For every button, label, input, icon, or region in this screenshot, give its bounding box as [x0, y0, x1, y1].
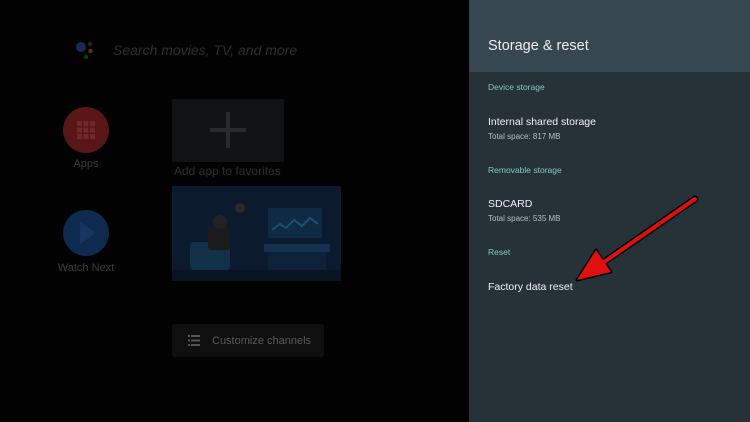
factory-data-reset-title: Factory data reset: [488, 281, 573, 293]
settings-panel: Storage & reset Device storage Internal …: [469, 0, 750, 422]
launcher-background: Search movies, TV, and more Apps Watch N…: [0, 0, 469, 422]
section-reset: Reset: [488, 247, 511, 257]
factory-data-reset-item[interactable]: Factory data reset: [469, 281, 750, 321]
featured-banner[interactable]: [172, 186, 341, 281]
banner-illustration: [172, 186, 341, 281]
list-icon: [188, 335, 200, 346]
add-favorite-label: Add app to favorites: [174, 164, 281, 178]
internal-storage-title: Internal shared storage: [488, 116, 596, 128]
plus-icon: [210, 112, 246, 148]
apps-grid-icon: [77, 121, 95, 139]
add-favorite-tile[interactable]: [172, 99, 284, 162]
section-device-storage: Device storage: [488, 82, 545, 92]
customize-channels-label: Customize channels: [212, 335, 312, 347]
page-title: Storage & reset: [488, 38, 589, 54]
search-placeholder[interactable]: Search movies, TV, and more: [113, 42, 297, 58]
apps-label: Apps: [73, 158, 99, 170]
internal-storage-subtitle: Total space: 817 MB: [488, 132, 561, 141]
watch-next-button[interactable]: [63, 210, 109, 256]
section-removable-storage: Removable storage: [488, 165, 562, 175]
google-assistant-icon: [76, 41, 93, 60]
apps-button[interactable]: [63, 107, 109, 153]
panel-header: Storage & reset: [469, 0, 750, 72]
sdcard-subtitle: Total space: 535 MB: [488, 214, 561, 223]
sdcard-title: SDCARD: [488, 198, 533, 210]
watch-next-label: Watch Next: [57, 262, 115, 274]
sdcard-item[interactable]: SDCARD Total space: 535 MB: [469, 198, 750, 238]
internal-storage-item[interactable]: Internal shared storage Total space: 817…: [469, 116, 750, 156]
play-icon: [80, 222, 96, 244]
